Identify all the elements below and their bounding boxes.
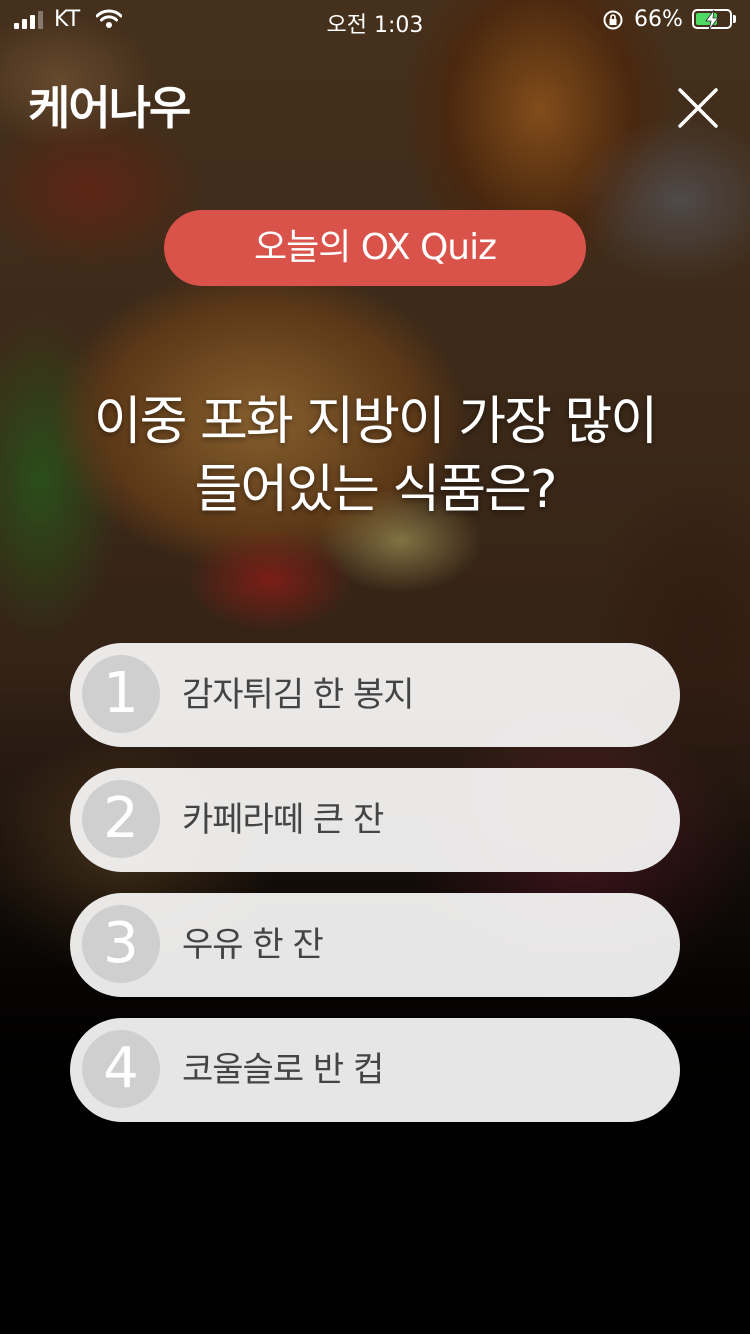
answer-options: 1 감자튀김 한 봉지 2 카페라떼 큰 잔 3 우유 한 잔 4 코울슬로 반… [70,643,680,1143]
option-number-badge: 3 [82,905,160,983]
option-label: 감자튀김 한 봉지 [182,675,415,715]
quiz-question: 이중 포화 지방이 가장 많이 들어있는 식품은? [20,388,730,524]
answer-option-4[interactable]: 4 코울슬로 반 컵 [70,1018,680,1122]
answer-option-2[interactable]: 2 카페라떼 큰 잔 [70,768,680,872]
option-label: 우유 한 잔 [182,925,324,965]
option-number-badge: 4 [82,1030,160,1108]
answer-option-1[interactable]: 1 감자튀김 한 봉지 [70,643,680,747]
orientation-lock-icon [603,10,623,30]
option-label: 코울슬로 반 컵 [182,1050,384,1090]
option-label: 카페라떼 큰 잔 [182,800,384,840]
close-icon[interactable] [672,82,724,134]
battery-percent: 66% [634,7,683,32]
option-number-badge: 2 [82,780,160,858]
option-number-badge: 1 [82,655,160,733]
app-logo: 케어나우 [28,81,191,135]
question-line-1: 이중 포화 지방이 가장 많이 [93,392,658,452]
quiz-title-badge: 오늘의 OX Quiz [164,210,586,286]
question-line-2: 들어있는 식품은? [194,460,557,520]
quiz-screen: KT 오전 1:03 66% 케어나우 오늘의 OX Quiz 이중 포화 지방… [0,0,750,1334]
status-bar: KT 오전 1:03 66% [0,0,750,40]
charging-bolt-icon [705,9,719,31]
battery-cap [733,15,736,23]
answer-option-3[interactable]: 3 우유 한 잔 [70,893,680,997]
